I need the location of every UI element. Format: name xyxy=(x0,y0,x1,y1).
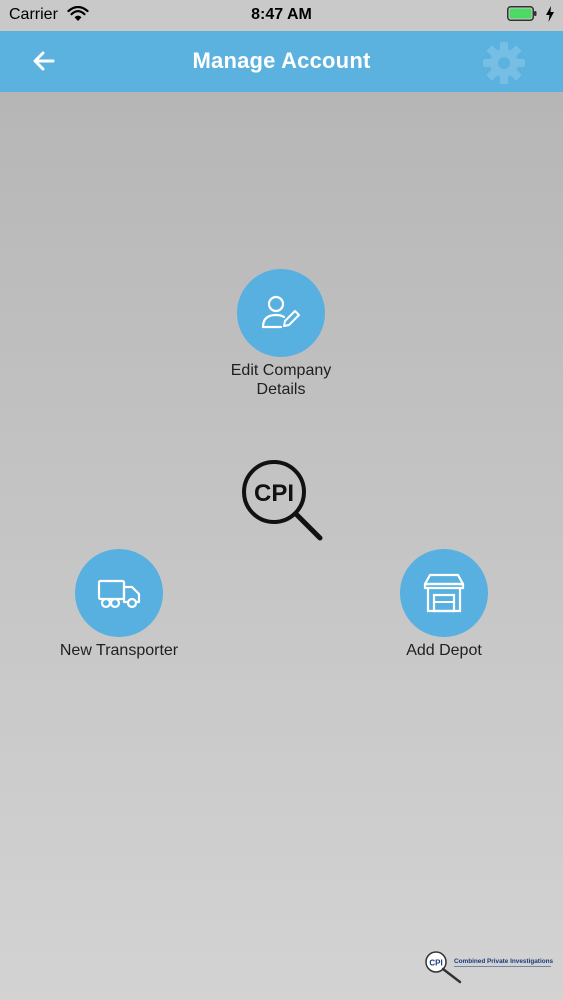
edit-company-details-label: Edit Company Details xyxy=(230,362,332,398)
charging-icon xyxy=(546,6,554,22)
battery-icon xyxy=(507,6,537,21)
depot-icon xyxy=(423,573,465,613)
add-depot-circle[interactable] xyxy=(400,549,488,637)
cpi-magnifier-logo: CPI xyxy=(242,460,323,541)
nav-bar: Manage Account xyxy=(0,31,563,92)
gear-icon[interactable] xyxy=(480,39,528,87)
user-edit-icon xyxy=(261,295,300,329)
add-depot-label: Add Depot xyxy=(406,642,482,659)
edit-company-details-button[interactable]: Edit Company Details xyxy=(206,269,356,399)
svg-text:CPI: CPI xyxy=(254,480,294,507)
svg-text:CPI: CPI xyxy=(429,959,442,968)
combined-private-investigations-logo: CPI Combined Private Investigations xyxy=(425,951,554,984)
edit-company-details-circle[interactable] xyxy=(237,269,325,357)
add-depot-button[interactable]: Add Depot xyxy=(369,549,519,660)
new-transporter-button[interactable]: New Transporter xyxy=(44,549,194,660)
new-transporter-circle[interactable] xyxy=(75,549,163,637)
clock: 8:47 AM xyxy=(251,6,312,23)
truck-icon xyxy=(97,579,141,609)
page-title: Manage Account xyxy=(192,48,371,73)
new-transporter-label: New Transporter xyxy=(59,642,179,659)
svg-text:Combined Private Investigation: Combined Private Investigations xyxy=(454,958,554,965)
status-bar: Carrier 8:47 AM xyxy=(0,0,563,31)
